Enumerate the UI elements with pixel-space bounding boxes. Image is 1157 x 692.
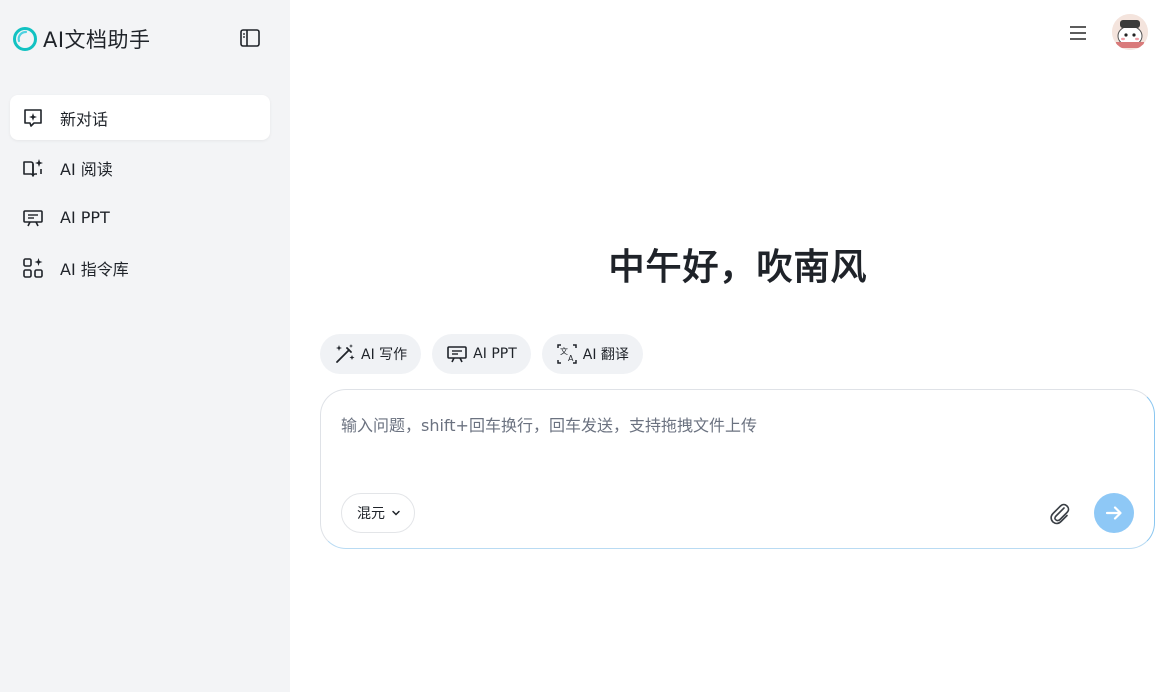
sidebar-item-label: AI 指令库 bbox=[60, 259, 129, 279]
quick-action-ai-translate[interactable]: 文 A AI 翻译 bbox=[541, 334, 643, 374]
sidebar-item-label: 新对话 bbox=[60, 109, 109, 129]
app-title: AI文档助手 bbox=[43, 28, 151, 52]
sidebar: AI文档助手 新对话 AI 阅读 AI PPT AI 指令库 bbox=[0, 0, 290, 692]
brand[interactable]: AI文档助手 bbox=[12, 24, 151, 54]
sidebar-item-ai-ppt[interactable]: AI PPT bbox=[10, 195, 270, 240]
sidebar-item-ai-read[interactable]: AI 阅读 bbox=[10, 145, 270, 190]
quick-actions: AI 写作 AI PPT 文 A AI 翻译 bbox=[320, 334, 654, 374]
quick-action-ai-ppt[interactable]: AI PPT bbox=[432, 334, 531, 374]
send-button[interactable] bbox=[1094, 493, 1134, 533]
avatar-image bbox=[1112, 14, 1148, 50]
presentation-icon bbox=[446, 343, 468, 365]
avatar[interactable] bbox=[1112, 14, 1148, 50]
apps-sparkle-icon bbox=[22, 257, 44, 279]
logo-icon bbox=[13, 27, 37, 51]
sidebar-item-label: AI PPT bbox=[60, 208, 110, 227]
chat-input-box: 混元 bbox=[320, 389, 1155, 549]
sidebar-item-ai-prompts[interactable]: AI 指令库 bbox=[10, 245, 270, 290]
magic-pen-icon bbox=[334, 343, 356, 365]
book-sparkle-icon bbox=[22, 157, 44, 179]
hamburger-icon bbox=[1070, 26, 1086, 40]
svg-text:文: 文 bbox=[560, 346, 568, 356]
quick-action-ai-write[interactable]: AI 写作 bbox=[320, 334, 422, 374]
sidebar-item-new-chat[interactable]: 新对话 bbox=[10, 95, 270, 140]
quick-action-label: AI 翻译 bbox=[582, 347, 629, 363]
chevron-down-icon bbox=[392, 510, 400, 516]
collapse-sidebar-button[interactable] bbox=[238, 26, 262, 50]
arrow-right-icon bbox=[1105, 506, 1122, 520]
greeting-title: 中午好，吹南风 bbox=[608, 247, 868, 288]
menu-button[interactable] bbox=[1066, 21, 1090, 45]
svg-text:A: A bbox=[568, 354, 574, 363]
sidebar-item-label: AI 阅读 bbox=[60, 159, 113, 179]
translate-icon: 文 A bbox=[556, 343, 578, 365]
quick-action-label: AI 写作 bbox=[361, 347, 408, 363]
attach-file-button[interactable] bbox=[1046, 500, 1072, 526]
main-panel: 中午好，吹南风 AI 写作 AI PPT 文 A AI 翻译 输入问题，shif… bbox=[290, 0, 1157, 692]
presentation-icon bbox=[22, 207, 44, 229]
new-chat-icon bbox=[22, 107, 44, 129]
model-select[interactable]: 混元 bbox=[341, 493, 415, 533]
quick-action-label: AI PPT bbox=[473, 346, 517, 362]
model-select-value: 混元 bbox=[357, 506, 385, 522]
chat-input[interactable] bbox=[341, 412, 1121, 450]
sidebar-toggle-icon bbox=[240, 29, 260, 47]
sidebar-nav: 新对话 AI 阅读 AI PPT AI 指令库 bbox=[10, 95, 270, 295]
paperclip-icon bbox=[1050, 503, 1070, 525]
